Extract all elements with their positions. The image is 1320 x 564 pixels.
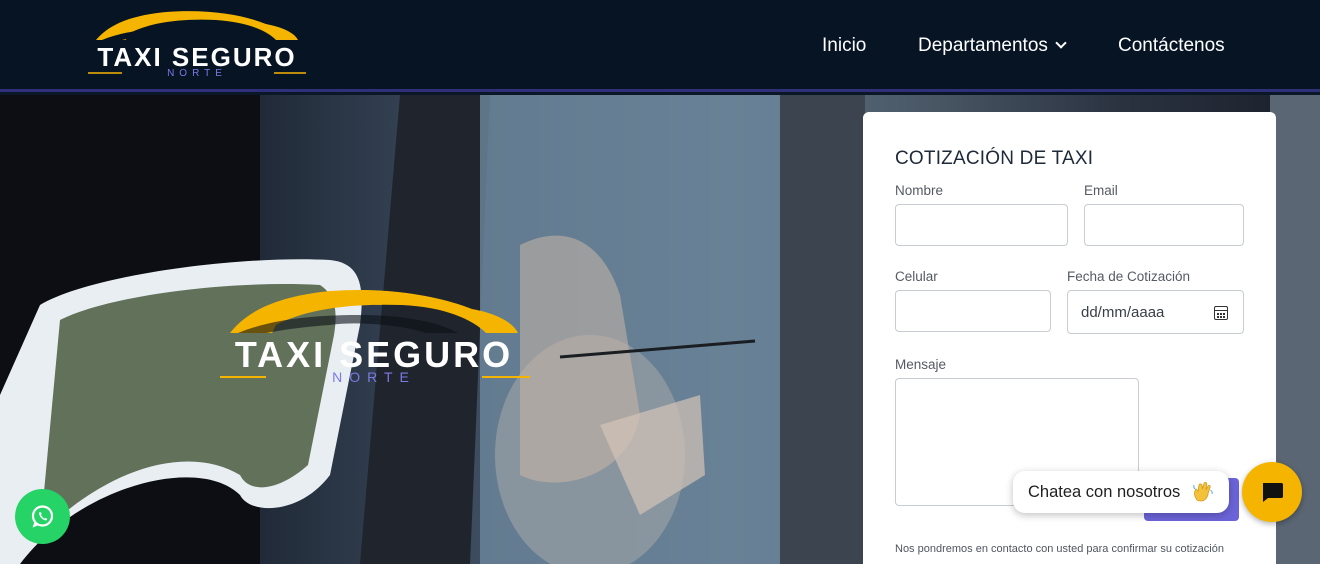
form-note: Nos pondremos en contacto con usted para… <box>895 543 1224 555</box>
chat-launcher-button[interactable] <box>1242 462 1302 522</box>
email-label: Email <box>1084 183 1118 198</box>
fecha-label: Fecha de Cotización <box>1067 269 1191 284</box>
celular-label: Celular <box>895 269 938 284</box>
form-title: COTIZACIÓN DE TAXI <box>895 148 1094 169</box>
nombre-input[interactable] <box>895 204 1068 246</box>
nav-inicio-label: Inicio <box>822 35 867 56</box>
fecha-placeholder: dd/mm/aaaa <box>1081 304 1165 321</box>
chevron-down-icon <box>1055 37 1067 49</box>
logo-sub-text: NORTE <box>167 68 227 79</box>
hero-logo-sub-text: NORTE <box>332 369 416 385</box>
nav-departamentos-label: Departamentos <box>918 35 1048 56</box>
main-nav: Inicio Departamentos Contáctenos <box>0 34 1320 58</box>
chat-icon <box>1263 483 1283 502</box>
calendar-icon[interactable] <box>1214 306 1228 320</box>
chat-invite-bubble[interactable]: Chatea con nosotros <box>1013 471 1229 513</box>
waving-hand-icon <box>1193 482 1213 502</box>
nav-inicio[interactable]: Inicio <box>822 34 866 58</box>
site-header: TAXI SEGURO NORTE Inicio Departamentos C… <box>0 0 1320 92</box>
mensaje-label: Mensaje <box>895 357 947 372</box>
hero-logo: TAXI SEGURO NORTE <box>220 289 530 385</box>
email-input[interactable] <box>1084 204 1244 246</box>
nav-contactenos[interactable]: Contáctenos <box>1118 34 1225 58</box>
car-silhouette-icon <box>230 289 518 333</box>
nombre-label: Nombre <box>895 183 944 198</box>
fecha-input[interactable]: dd/mm/aaaa <box>1067 290 1244 334</box>
whatsapp-icon <box>31 505 54 528</box>
nav-departamentos[interactable]: Departamentos <box>918 34 1067 58</box>
whatsapp-button[interactable] <box>15 489 70 544</box>
chat-invite-label: Chatea con nosotros <box>1028 483 1181 501</box>
celular-input[interactable] <box>895 290 1051 332</box>
nav-contactenos-label: Contáctenos <box>1118 35 1225 56</box>
